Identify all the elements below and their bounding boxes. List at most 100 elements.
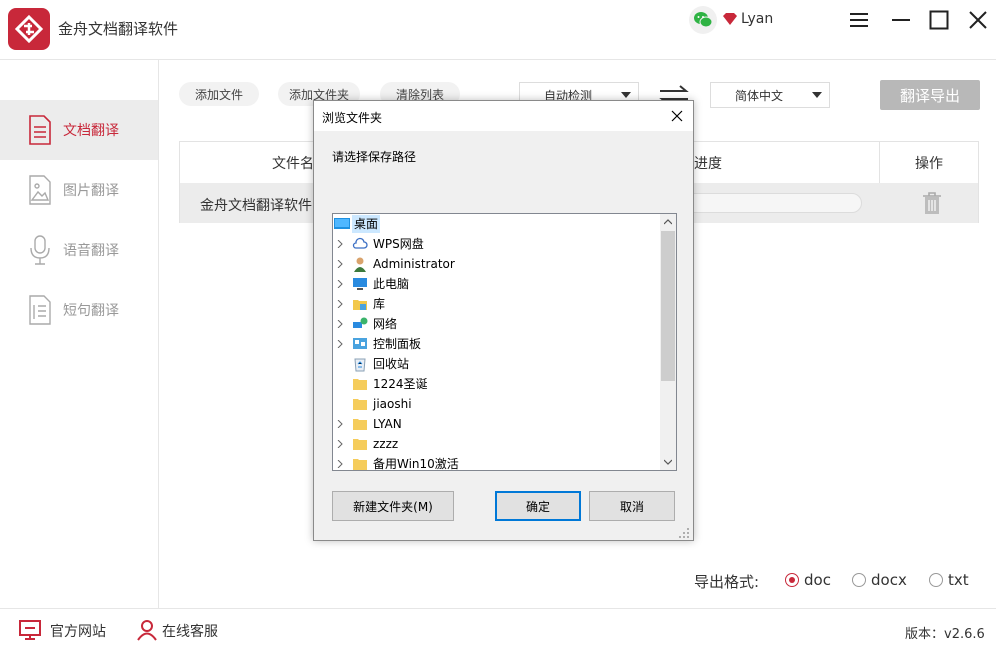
chevron-right-icon[interactable] (337, 280, 343, 288)
sidebar-item-label: 短句翻译 (63, 303, 119, 319)
official-website-link[interactable]: 官方网站 (50, 621, 106, 641)
chevron-right-icon[interactable] (337, 460, 343, 468)
scroll-up-icon[interactable] (664, 219, 672, 225)
tree-item-library[interactable]: 库 (333, 294, 658, 314)
image-icon (29, 175, 51, 205)
tree-item-recycle-bin[interactable]: 回收站 (333, 354, 658, 374)
format-label-doc[interactable]: doc (804, 571, 831, 589)
tree-item-folder-1224[interactable]: 1224圣诞 (333, 374, 658, 394)
translate-export-button[interactable]: 翻译导出 (880, 80, 980, 110)
target-language-value: 简体中文 (734, 88, 783, 103)
tree-item-label: LYAN (373, 417, 402, 431)
sidebar: 文档翻译 图片翻译 语音翻译 短句翻译 (0, 60, 159, 608)
tree-item-desktop[interactable]: 桌面 (333, 214, 658, 234)
ok-button[interactable]: 确定 (495, 491, 581, 521)
tree-item-folder-zzzz[interactable]: zzzz (333, 434, 658, 454)
sidebar-item-voice-translate[interactable]: 语音翻译 (0, 220, 158, 280)
title-bar: 金舟文档翻译软件 Lyan (0, 0, 996, 60)
tree-item-label: jiaoshi (373, 397, 412, 411)
minimize-icon[interactable] (888, 7, 914, 33)
monitor-icon[interactable] (19, 619, 41, 641)
wechat-icon[interactable] (689, 6, 717, 34)
chevron-down-icon (812, 92, 822, 98)
chevron-right-icon[interactable] (337, 340, 343, 348)
document-icon (29, 115, 51, 145)
chevron-right-icon[interactable] (337, 240, 343, 248)
tree-item-administrator[interactable]: Administrator (333, 254, 658, 274)
close-icon[interactable] (965, 7, 991, 33)
sidebar-item-sentence-translate[interactable]: 短句翻译 (0, 280, 158, 340)
tree-item-folder-lyan[interactable]: LYAN (333, 414, 658, 434)
resize-grip-icon[interactable] (678, 527, 690, 539)
add-file-button[interactable]: 添加文件 (179, 82, 259, 106)
sidebar-item-label: 文档翻译 (63, 123, 119, 139)
user-icon (354, 257, 366, 272)
version-text: 版本：v2.6.6 (905, 627, 985, 642)
chevron-right-icon[interactable] (337, 300, 343, 308)
chevron-right-icon[interactable] (337, 440, 343, 448)
format-radio-doc[interactable] (785, 573, 799, 587)
cloud-icon (352, 237, 368, 249)
dialog-title: 浏览文件夹 (322, 111, 383, 125)
column-header-progress: 译进度 (680, 155, 722, 172)
tree-item-this-pc[interactable]: 此电脑 (333, 274, 658, 294)
tree-item-control-panel[interactable]: 控制面板 (333, 334, 658, 354)
computer-icon (353, 278, 367, 290)
tree-item-label: 桌面 (352, 215, 381, 233)
format-radio-txt[interactable] (929, 573, 943, 587)
app-logo-icon (8, 8, 50, 50)
maximize-icon[interactable] (926, 7, 952, 33)
microphone-icon (30, 235, 50, 265)
tree-item-label: 回收站 (373, 357, 410, 371)
tree-item-label: Administrator (373, 257, 455, 271)
tree-item-label: 库 (373, 297, 386, 311)
status-bar: 官方网站 在线客服 版本：v2.6.6 (0, 608, 996, 648)
sidebar-item-label: 语音翻译 (63, 243, 119, 259)
menu-icon[interactable] (846, 7, 872, 33)
tree-item-folder-jiaoshi[interactable]: jiaoshi (333, 394, 658, 414)
file-name-cell: 金舟文档翻译软件 (200, 198, 312, 214)
library-icon (353, 300, 367, 310)
format-label-txt[interactable]: txt (948, 571, 969, 589)
app-title: 金舟文档翻译软件 (58, 20, 179, 38)
folder-icon (353, 419, 367, 430)
tree-item-label: 备用Win10激活 (373, 457, 459, 471)
tree-item-label: zzzz (373, 437, 399, 451)
user-name[interactable]: Lyan (741, 11, 773, 27)
new-folder-button[interactable]: 新建文件夹(M) (332, 491, 454, 521)
trash-icon[interactable] (921, 191, 943, 215)
folder-icon (353, 379, 367, 390)
dialog-title-bar: 浏览文件夹 (314, 101, 693, 131)
folder-tree[interactable]: 桌面 WPS网盘 Administrator 此电脑 库 网络 控制面板 回收站… (332, 213, 677, 471)
format-label-docx[interactable]: docx (871, 571, 907, 589)
folder-icon (353, 399, 367, 410)
scroll-thumb[interactable] (661, 231, 675, 381)
tree-item-label: WPS网盘 (373, 237, 424, 251)
customer-service-icon[interactable] (136, 619, 158, 641)
scroll-down-icon[interactable] (664, 459, 672, 465)
folder-icon (353, 459, 367, 470)
chevron-right-icon[interactable] (337, 420, 343, 428)
chevron-right-icon[interactable] (337, 320, 343, 328)
vip-diamond-icon (722, 12, 738, 26)
format-radio-docx[interactable] (852, 573, 866, 587)
target-language-select[interactable]: 简体中文 (710, 82, 830, 108)
chevron-right-icon[interactable] (337, 260, 343, 268)
tree-item-network[interactable]: 网络 (333, 314, 658, 334)
dialog-close-icon[interactable] (669, 108, 685, 124)
control-panel-icon (353, 338, 367, 349)
online-service-link[interactable]: 在线客服 (162, 621, 218, 641)
sidebar-item-label: 图片翻译 (63, 183, 119, 199)
network-icon (353, 317, 368, 328)
export-format-label: 导出格式: (694, 573, 760, 591)
cancel-button[interactable]: 取消 (589, 491, 675, 521)
browse-folder-dialog: 浏览文件夹 请选择保存路径 桌面 WPS网盘 Administrator 此电脑 (313, 100, 694, 541)
folder-icon (353, 439, 367, 450)
tree-item-wps-drive[interactable]: WPS网盘 (333, 234, 658, 254)
tree-item-label: 1224圣诞 (373, 377, 428, 391)
tree-scrollbar[interactable] (660, 214, 676, 470)
tree-item-folder-win10[interactable]: 备用Win10激活 (333, 454, 658, 471)
column-header-action: 操作 (915, 155, 943, 172)
sidebar-item-document-translate[interactable]: 文档翻译 (0, 100, 158, 160)
sidebar-item-image-translate[interactable]: 图片翻译 (0, 160, 158, 220)
